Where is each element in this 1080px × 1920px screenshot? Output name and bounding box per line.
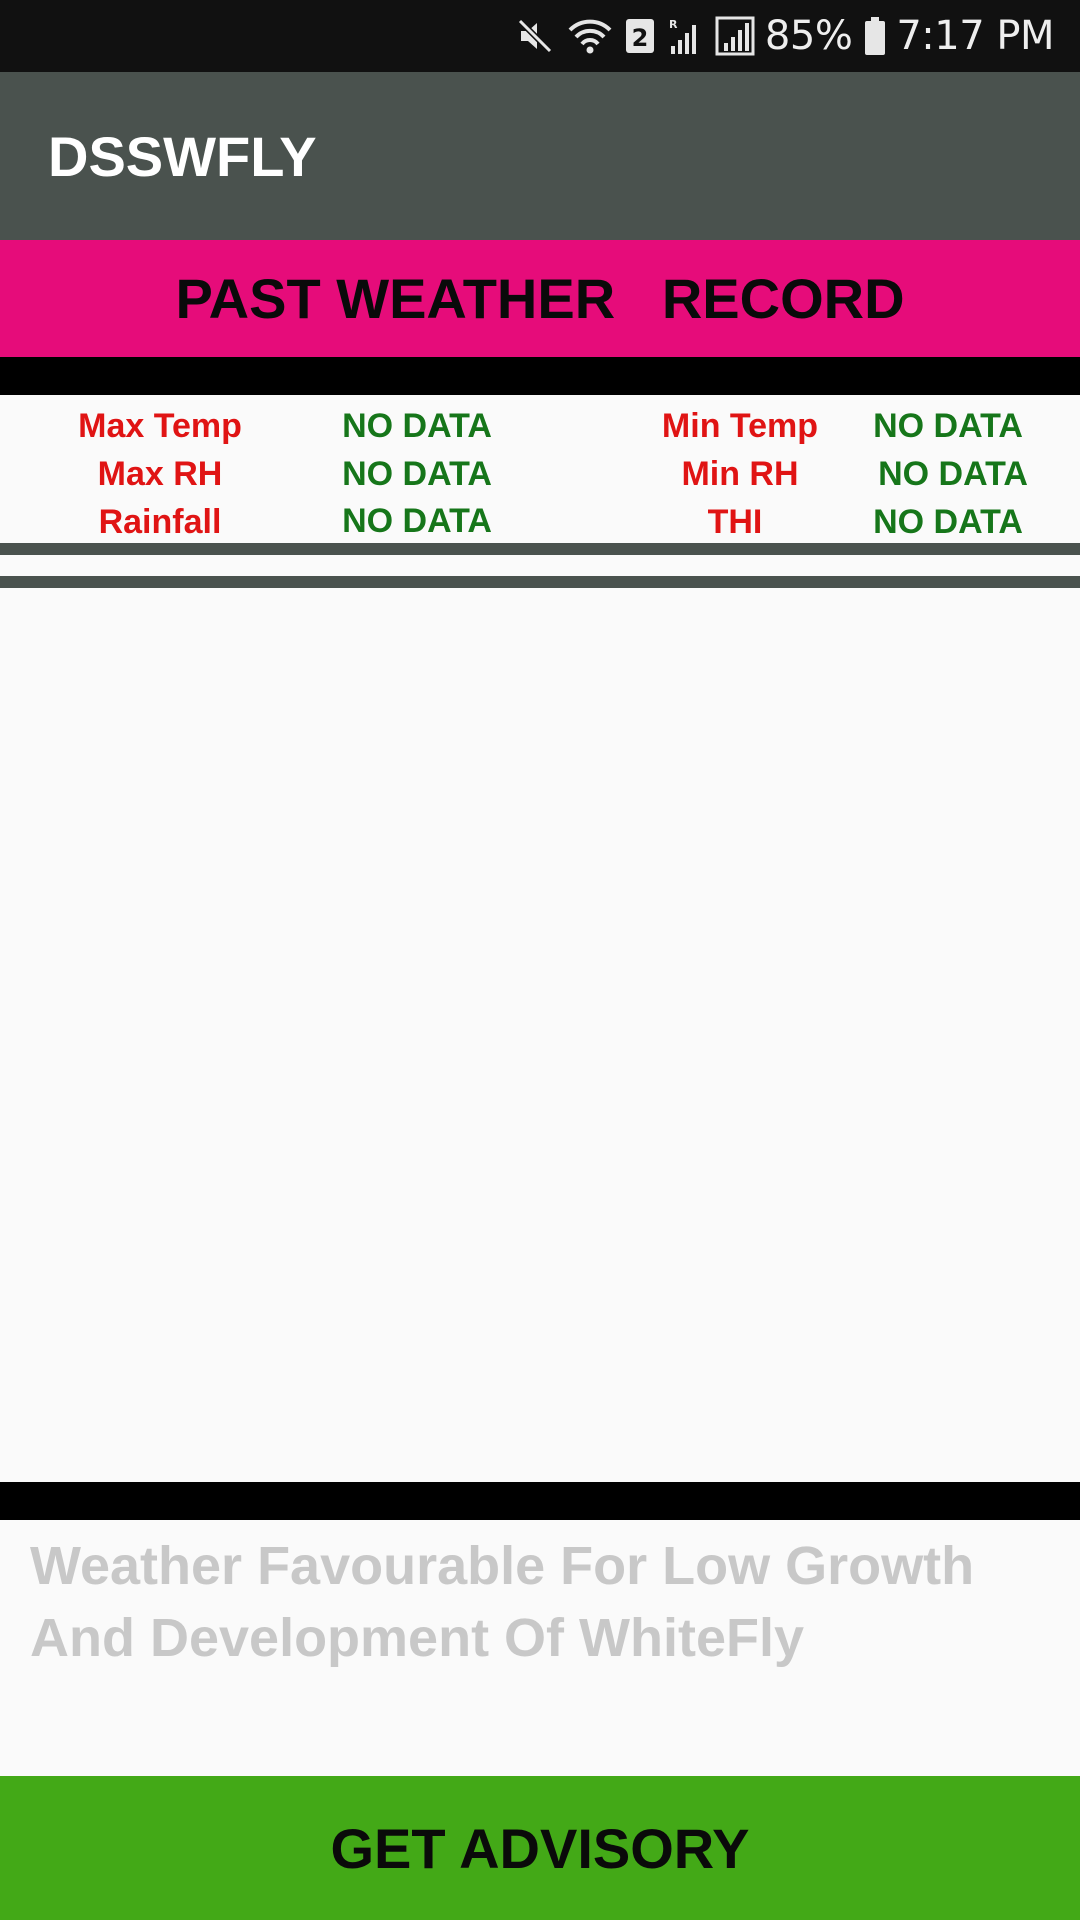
battery-icon [864,16,886,56]
clock: 7:17 PM [896,13,1054,59]
sim-2-icon: 2 [625,18,655,54]
sim-badge-text: 2 [632,24,649,52]
divider-line [0,543,1080,555]
status-bar: 2 R 85% 7:17 PM [0,0,1080,72]
thi-value: NO DATA [873,503,1023,541]
battery-percent: 85% [764,13,853,59]
svg-text:R: R [669,18,678,31]
divider-bar [0,357,1080,395]
roaming-signal-icon: R [667,16,703,56]
min-temp-value: NO DATA [873,407,1023,445]
app-title: DSSWFLY [48,124,317,188]
max-temp-value: NO DATA [342,407,492,445]
app-bar: DSSWFLY [0,72,1080,240]
divider-bar [0,1482,1080,1520]
max-rh-value: NO DATA [342,455,492,493]
rainfall-value: NO DATA [342,502,492,540]
max-rh-label: Max RH [97,455,223,493]
wifi-icon [567,16,613,56]
max-temp-label: Max Temp [78,407,242,445]
divider-line [0,576,1080,588]
min-rh-value: NO DATA [878,455,1028,493]
advisory-message: Weather Favourable For Low Growth And De… [30,1536,975,1668]
get-advisory-button[interactable]: GET ADVISORY [0,1776,1080,1920]
rainfall-label: Rainfall [98,503,222,541]
section-banner: PAST WEATHER RECORD [0,240,1080,357]
mute-icon [515,16,555,56]
signal-icon [715,16,755,56]
section-title: PAST WEATHER RECORD [175,267,905,330]
